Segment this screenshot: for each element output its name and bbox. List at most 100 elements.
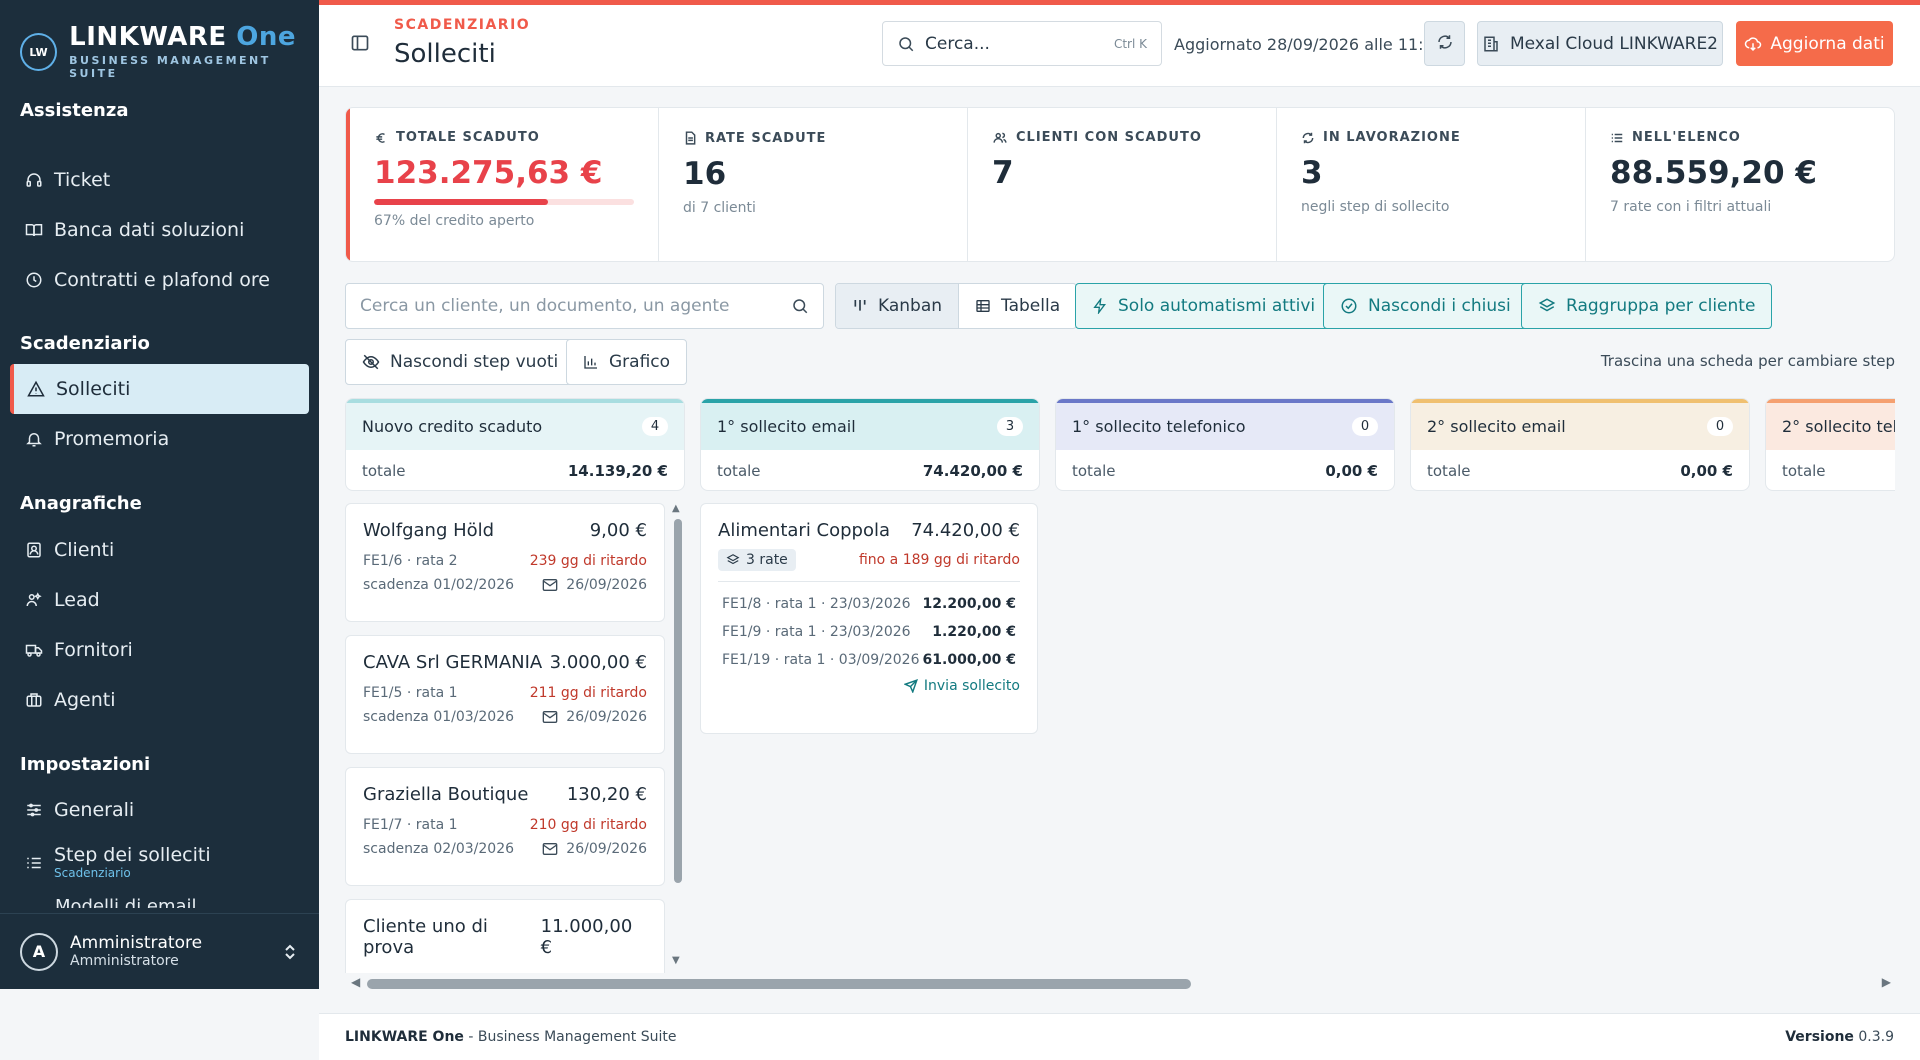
scrollbar-thumb[interactable] (367, 979, 1191, 989)
column-total: 74.420,00 € (922, 462, 1023, 480)
sidebar-item-step-solleciti[interactable]: Step dei solleciti Scadenziario (10, 838, 309, 888)
header: SCADENZIARIO Solleciti Cerca... Ctrl K A… (319, 5, 1920, 87)
kanban-group-card[interactable]: Alimentari Coppola 74.420,00 € 3 rate fin… (700, 503, 1038, 734)
lead-icon (24, 590, 44, 610)
chevron-updown-icon (283, 942, 297, 966)
search-icon (791, 297, 809, 315)
kanban-board: Nuovo credito scaduto 4 totale 14.139,20 €… (345, 398, 1895, 973)
kanban-column-header[interactable]: Nuovo credito scaduto 4 totale 14.139,20 € (345, 398, 685, 491)
mail-icon (542, 842, 558, 856)
card-client: CAVA Srl GERMANIA (363, 652, 543, 673)
filter-chip-automatismi[interactable]: Solo automatismi attivi (1075, 283, 1333, 329)
chart-button[interactable]: Grafico (566, 339, 688, 385)
stat-value: 16 (683, 156, 727, 192)
scroll-right-icon[interactable]: ▶ (1882, 975, 1891, 989)
progress-bar (374, 199, 634, 205)
mail-icon (542, 710, 558, 724)
card-client: Alimentari Coppola (718, 520, 891, 541)
bell-icon (24, 429, 44, 449)
users-icon (992, 131, 1008, 145)
filter-chip-nascondi-chiusi[interactable]: Nascondi i chiusi (1323, 283, 1528, 329)
sidebar-item-lead[interactable]: Lead (10, 575, 309, 625)
kanban-card[interactable]: CAVA Srl GERMANIA 3.000,00 € FE1/5 · rata… (345, 635, 665, 754)
update-data-button[interactable]: Aggiorna dati (1736, 21, 1893, 66)
column-scrollbar[interactable]: ▲ ▼ (670, 503, 684, 973)
euro-icon (374, 131, 388, 145)
scroll-up-icon[interactable]: ▲ (672, 503, 680, 514)
card-due: scadenza 01/03/2026 (363, 709, 515, 725)
bar-chart-icon (583, 354, 599, 370)
stat-rate-scadute: RATE SCADUTE 16 di 7 clienti (659, 108, 968, 261)
search-icon (897, 35, 915, 53)
footer: LINKWARE One - Business Management Suite… (319, 1013, 1920, 1060)
building-icon (1482, 35, 1500, 53)
breadcrumb[interactable]: SCADENZIARIO (394, 17, 530, 33)
scrollbar-thumb[interactable] (674, 519, 682, 883)
kanban-card[interactable]: Cliente uno di prova 11.000,00 € (345, 899, 665, 973)
stats-panel: TOTALE SCADUTO 123.275,63 € 67% del cred… (345, 107, 1895, 262)
card-sent: 26/09/2026 (566, 709, 647, 725)
stat-totale-scaduto: TOTALE SCADUTO 123.275,63 € 67% del cred… (346, 108, 659, 261)
erp-connection-button[interactable]: Mexal Cloud LINKWARE2 (1477, 21, 1723, 66)
scroll-left-icon[interactable]: ◀ (351, 975, 360, 989)
document-icon (683, 130, 697, 146)
kanban-column-header[interactable]: 1° sollecito email 3 totale 74.420,00 € (700, 398, 1040, 491)
brand[interactable]: LW LINKWARE One BUSINESS MANAGEMENT SUIT… (20, 24, 319, 80)
column-count: 0 (1352, 417, 1378, 436)
card-due: scadenza 01/02/2026 (363, 577, 515, 593)
user-menu[interactable]: A Amministratore Amministratore (0, 913, 319, 989)
kanban-column-header[interactable]: 2° sollecito email 0 totale 0,00 € (1410, 398, 1750, 491)
sidebar-item-agenti[interactable]: Agenti (10, 675, 309, 725)
sidebar-item-contratti[interactable]: Contratti e plafond ore (10, 255, 309, 305)
card-doc: FE1/5 · rata 1 (363, 685, 458, 701)
board-horizontal-scrollbar[interactable]: ◀ ▶ (345, 975, 1895, 991)
sidebar-item-promemoria[interactable]: Promemoria (10, 414, 309, 464)
card-late: 211 gg di ritardo (529, 685, 647, 701)
view-table-button[interactable]: Tabella (959, 284, 1076, 328)
global-search-input[interactable]: Cerca... Ctrl K (882, 21, 1162, 66)
column-count: 3 (997, 417, 1023, 436)
cloud-download-icon (1744, 35, 1762, 53)
list-steps-icon (24, 853, 44, 873)
lightning-icon (1092, 298, 1108, 314)
card-doc: FE1/7 · rata 1 (363, 817, 458, 833)
stat-clienti-scaduto: CLIENTI CON SCADUTO 7 (968, 108, 1277, 261)
list-icon (1610, 131, 1624, 145)
footer-brand: LINKWARE One - Business Management Suite (345, 1029, 677, 1045)
stat-value: 3 (1301, 155, 1323, 191)
kanban-card[interactable]: Graziella Boutique 130,20 € FE1/7 · rata … (345, 767, 665, 886)
sidebar-toggle-icon[interactable] (350, 33, 370, 57)
sidebar-item-fornitori[interactable]: Fornitori (10, 625, 309, 675)
card-doc: FE1/6 · rata 2 (363, 553, 458, 569)
sidebar-item-clipped[interactable]: Modelli di email (55, 898, 255, 908)
send-reminder-link[interactable]: Invia sollecito (718, 678, 1020, 694)
column-count: 4 (642, 417, 668, 436)
rates-badge: 3 rate (718, 549, 796, 571)
card-client: Cliente uno di prova (363, 916, 488, 958)
view-kanban-button[interactable]: Kanban (836, 284, 960, 328)
eye-off-icon (362, 353, 380, 371)
hide-empty-steps-button[interactable]: Nascondi step vuoti (345, 339, 576, 385)
sidebar-item-clienti[interactable]: Clienti (10, 525, 309, 575)
kanban-column-header[interactable]: 1° sollecito telefonico 0 totale 0,00 € (1055, 398, 1395, 491)
sidebar-item-solleciti[interactable]: Solleciti (10, 364, 309, 414)
contact-card-icon (24, 540, 44, 560)
scroll-down-icon[interactable]: ▼ (672, 955, 680, 966)
installment-row: FE1/19 · rata 1 · 03/09/2026 61.000,00 € (722, 652, 1016, 668)
filter-search-input[interactable]: Cerca un cliente, un documento, un agent… (345, 283, 824, 329)
sidebar-item-generali[interactable]: Generali (10, 785, 309, 835)
card-late: 239 gg di ritardo (529, 553, 647, 569)
section-impostazioni: Impostazioni (20, 754, 151, 775)
stat-value: 123.275,63 € (374, 155, 603, 191)
sidebar-item-banca-dati[interactable]: Banca dati soluzioni (10, 205, 309, 255)
sidebar-item-ticket[interactable]: Ticket (10, 155, 309, 205)
kanban-column-header[interactable]: 2° sollecito tele totale (1765, 398, 1895, 491)
sidebar-item-sublabel: Scadenziario (54, 866, 131, 881)
card-due: scadenza 02/03/2026 (363, 841, 515, 857)
kanban-card[interactable]: Wolfgang Höld 9,00 € FE1/6 · rata 2 239 gg… (345, 503, 665, 622)
stat-sub: 7 rate con i filtri attuali (1610, 199, 1772, 215)
footer-version: Versione 0.3.9 (1785, 1029, 1894, 1045)
page-title: Solleciti (394, 39, 496, 69)
filter-chip-raggruppa[interactable]: Raggruppa per cliente (1521, 283, 1773, 329)
refresh-button[interactable] (1424, 21, 1465, 66)
